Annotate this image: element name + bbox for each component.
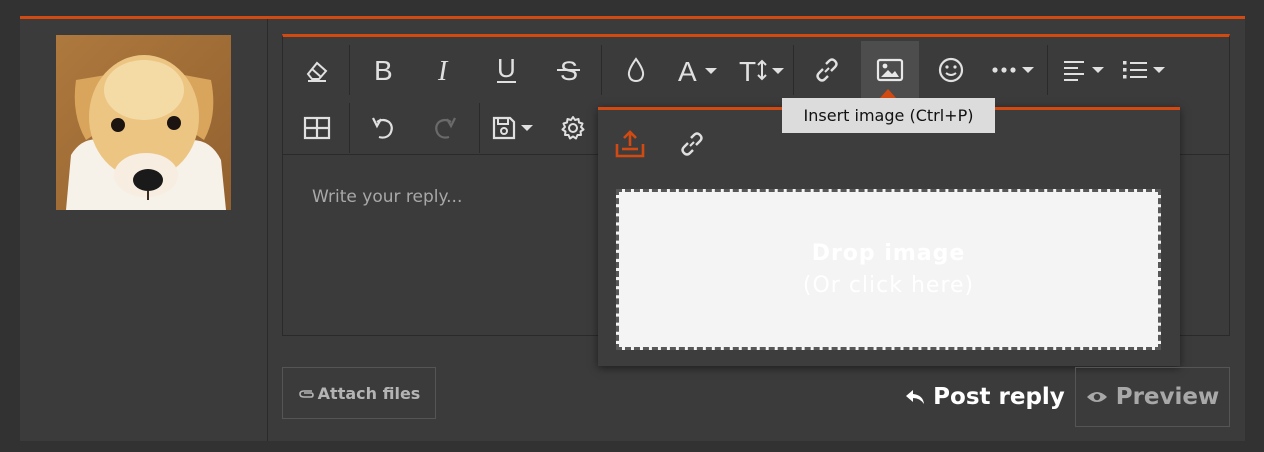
insert-image-popup: Drop image (Or click here) (598, 107, 1180, 366)
list-icon[interactable] (1117, 45, 1173, 95)
align-icon[interactable] (1057, 45, 1113, 95)
reply-arrow-icon (906, 390, 925, 404)
dropzone-subtitle: (Or click here) (802, 272, 975, 298)
insert-image-tooltip: Insert image (Ctrl+P) (782, 98, 995, 133)
upload-icon[interactable] (608, 124, 652, 164)
tooltip-arrow (880, 89, 896, 98)
smiley-icon[interactable] (929, 45, 973, 95)
link-icon[interactable] (805, 45, 849, 95)
preview-label: Preview (1115, 384, 1220, 410)
svg-text:B: B (374, 56, 393, 84)
attach-files-label: Attach files (317, 383, 421, 403)
font-family-icon[interactable]: A (673, 45, 727, 95)
italic-icon[interactable]: I (423, 45, 467, 95)
strikethrough-icon[interactable]: S (547, 45, 591, 95)
redo-icon[interactable] (423, 103, 467, 153)
user-column (20, 19, 268, 441)
svg-text:A: A (678, 56, 697, 84)
save-draft-icon[interactable] (488, 103, 544, 153)
toolbar-divider (793, 45, 794, 95)
image-dropzone[interactable]: Drop image (Or click here) (616, 189, 1161, 350)
svg-text:U: U (497, 55, 516, 83)
more-icon[interactable] (986, 45, 1042, 95)
preview-button[interactable]: Preview (1075, 367, 1230, 427)
toolbar-divider (349, 45, 350, 95)
puppy-avatar-image (56, 35, 231, 210)
dropzone-title: Drop image (811, 240, 966, 266)
reply-textarea[interactable]: Write your reply... (312, 187, 462, 207)
post-reply-label: Post reply (933, 384, 1065, 410)
undo-icon[interactable] (361, 103, 405, 153)
post-reply-button[interactable]: Post reply (899, 367, 1071, 427)
table-icon[interactable] (295, 103, 339, 153)
bold-icon[interactable]: B (361, 45, 405, 95)
settings-icon[interactable] (551, 103, 595, 153)
paperclip-icon (298, 390, 314, 398)
svg-text:I: I (437, 56, 449, 84)
svg-text:T: T (739, 56, 756, 84)
font-size-icon[interactable]: T (735, 45, 791, 95)
toolbar-divider (1047, 45, 1048, 95)
attach-files-button[interactable]: Attach files (282, 367, 436, 419)
eraser-icon[interactable] (295, 45, 339, 95)
toolbar-divider (601, 45, 602, 95)
eye-icon (1086, 392, 1107, 402)
toolbar-divider (479, 103, 480, 153)
color-drop-icon[interactable] (614, 45, 658, 95)
url-link-icon[interactable] (670, 124, 714, 164)
underline-icon[interactable]: U (485, 45, 529, 95)
toolbar-divider (349, 103, 350, 153)
avatar (56, 35, 231, 210)
